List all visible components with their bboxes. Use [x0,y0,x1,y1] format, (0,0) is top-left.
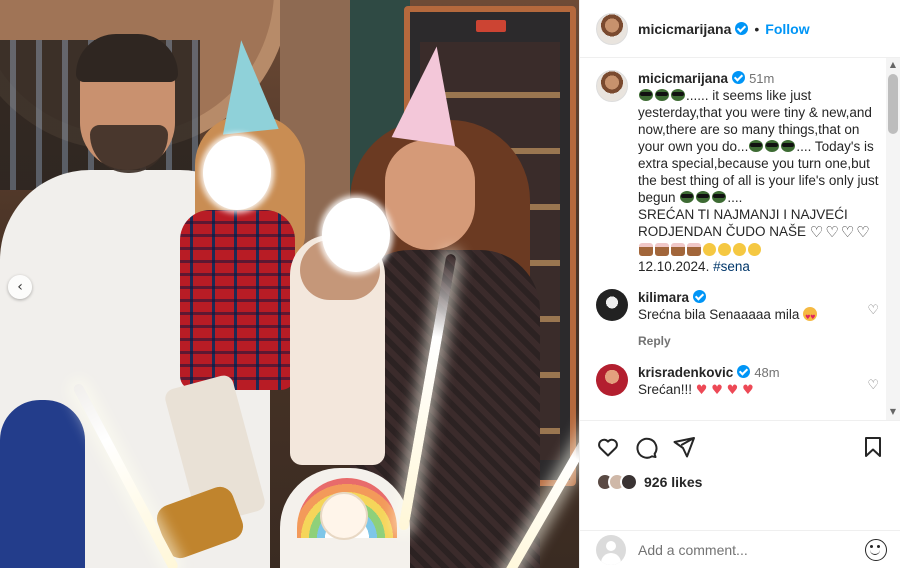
post-sidebar: micicmarijana • Follow micicmarijana 51m … [579,0,900,568]
like-comment-icon[interactable]: ♡ [867,303,879,318]
white-heart-icon: ♡ [809,223,824,241]
red-heart-icon: ♥ [695,383,708,398]
sunglasses-emoji-icon [749,140,764,152]
sunglasses-emoji-icon [639,89,653,101]
verified-icon [732,71,746,84]
party-emoji-icon [748,243,761,256]
sunglasses-emoji-icon [765,140,780,152]
scrollbar-thumb[interactable] [888,74,898,134]
caption-text: micicmarijana 51m ...... it seems like ju… [638,70,881,275]
sunglasses-emoji-icon [712,191,727,203]
post-header: micicmarijana • Follow [580,0,900,58]
white-heart-icon: ♡ [856,223,870,241]
comment-bubble-icon[interactable] [634,435,658,459]
scroll-up-icon[interactable]: ▲ [886,58,900,72]
fridge-display [476,20,506,32]
bookmark-icon[interactable] [861,435,885,459]
comment-text: Srećna bila Senaaaaa mila [638,307,800,322]
caption: micicmarijana 51m ...... it seems like ju… [580,58,900,275]
avatar[interactable] [596,12,628,45]
sunglasses-emoji-icon [671,89,685,101]
red-heart-icon: ♥ [726,383,739,398]
party-emoji-icon [733,243,746,256]
cake-emoji-icon [687,243,701,256]
comment-item: kilimara Srećna bila Senaaaaa mila Reply… [580,275,900,350]
caption-line: .... [727,190,743,205]
white-heart-icon: ♡ [840,223,855,241]
avatar[interactable] [596,364,628,396]
verified-icon [735,22,749,35]
caption-date: 12.10.2024. [638,259,710,274]
avatar[interactable] [596,289,628,321]
sunglasses-emoji-icon [680,191,695,203]
cake-bear [320,492,368,540]
comment-username[interactable]: krisradenkovic [638,365,733,380]
sunglasses-emoji-icon [655,89,669,101]
smiley-icon[interactable] [865,538,887,561]
red-heart-icon: ♥ [711,383,723,398]
party-hat [391,42,469,146]
follow-button[interactable]: Follow [765,21,809,37]
party-emoji-icon [718,243,731,256]
scroll-down-icon[interactable]: ▼ [886,405,900,419]
like-comment-icon[interactable]: ♡ [867,378,879,393]
verified-icon [693,290,707,303]
reply-button[interactable]: Reply [638,333,817,350]
comments-scroll-area[interactable]: micicmarijana 51m ...... it seems like ju… [580,58,900,420]
heart-eyes-emoji-icon [803,307,818,326]
comment-text: Srećan!!! [638,382,693,397]
comment-item: krisradenkovic 48m Srećan!!! ♥ ♥ ♥ ♥ ♡ [580,350,900,399]
comment-time[interactable]: 48m [754,365,779,380]
chevron-left-icon[interactable]: ‹ [8,275,32,299]
likes-row[interactable]: 926 likes [580,459,900,491]
verified-icon [737,365,751,378]
woman-face [385,140,475,250]
separator: • [754,20,760,37]
add-comment-bar [580,530,900,568]
avatar [596,534,626,565]
party-emoji-icon [703,243,716,256]
caption-time[interactable]: 51m [749,71,774,86]
child-blue-shirt [0,400,85,568]
action-bar: 926 likes [580,420,900,530]
action-icons [580,421,900,459]
hashtag-link[interactable]: #sena [713,259,750,274]
cake-emoji-icon [671,243,685,256]
comment-username[interactable]: kilimara [638,290,689,305]
caption-username[interactable]: micicmarijana [638,71,728,86]
likes-count[interactable]: 926 likes [644,474,702,490]
blurred-face [322,198,390,272]
comment-body: kilimara Srećna bila Senaaaaa mila Reply [638,289,818,350]
white-heart-icon: ♡ [825,223,839,241]
comment-input[interactable] [638,541,865,558]
cake-emoji-icon [655,243,669,256]
sunglasses-emoji-icon [696,191,711,203]
blurred-face [203,136,271,210]
paper-plane-icon[interactable] [672,435,696,459]
party-hat [213,37,279,135]
red-heart-icon: ♥ [742,383,754,398]
post-photo[interactable]: ‹ [0,0,579,568]
comment-body: krisradenkovic 48m Srećan!!! ♥ ♥ ♥ ♥ [638,364,780,399]
cake-emoji-icon [639,243,653,256]
heart-outline-icon[interactable] [596,435,620,459]
avatar[interactable] [596,70,628,102]
girl-plaid-shirt [180,210,295,390]
sunglasses-emoji-icon [781,140,796,152]
post-username[interactable]: micicmarijana [638,21,731,37]
avatar [620,473,638,491]
